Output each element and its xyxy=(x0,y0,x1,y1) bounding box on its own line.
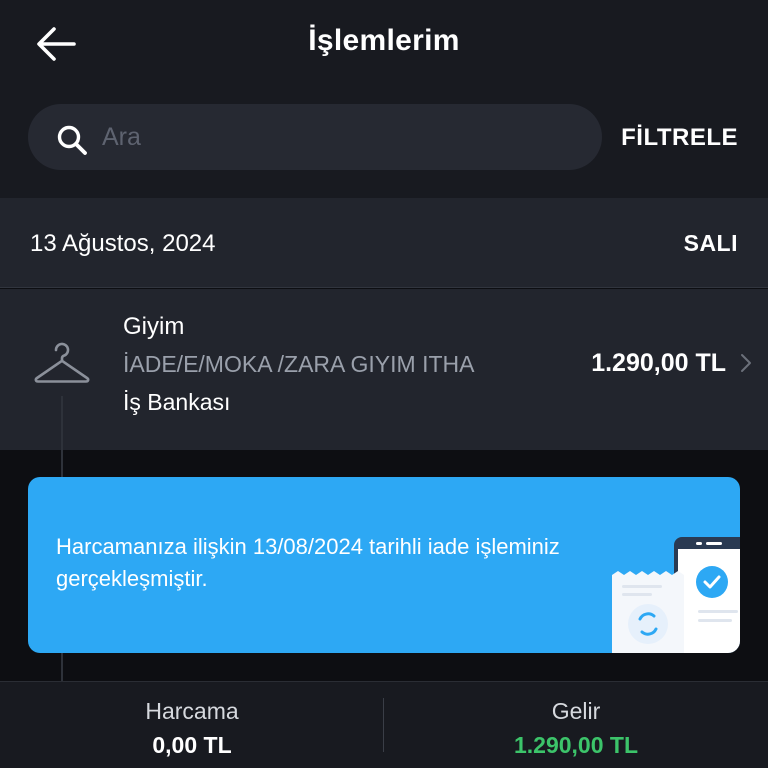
filter-button[interactable]: FİLTRELE xyxy=(621,124,738,152)
transaction-bank: İş Bankası xyxy=(123,389,231,415)
transaction-description: İADE/E/MOKA /ZARA GIYIM ITHA xyxy=(123,351,475,377)
top-bar: İşlemlerim FİLTRELE xyxy=(0,0,768,198)
refund-info-banner[interactable]: Harcamanıza ilişkin 13/08/2024 tarihli i… xyxy=(28,477,740,653)
spend-value: 0,00 TL xyxy=(152,732,232,758)
search-icon xyxy=(57,125,87,155)
weekday-label: SALI xyxy=(683,230,738,256)
summary-bar: Harcama 0,00 TL Gelir 1.290,00 TL xyxy=(0,681,768,768)
income-label: Gelir xyxy=(551,698,601,724)
receipt-check-icon xyxy=(612,537,740,653)
search-input[interactable] xyxy=(102,104,582,170)
income-value: 1.290,00 TL xyxy=(513,732,639,758)
date-label: 13 Ağustos, 2024 xyxy=(30,230,216,257)
spend-summary: Harcama 0,00 TL xyxy=(0,682,384,768)
income-summary: Gelir 1.290,00 TL xyxy=(384,682,768,768)
page-title: İşlemlerim xyxy=(308,24,460,57)
hanger-icon xyxy=(34,342,90,383)
spend-label: Harcama xyxy=(145,698,239,724)
search-bar[interactable] xyxy=(28,104,602,170)
transaction-category: Giyim xyxy=(123,313,185,340)
transaction-amount: 1.290,00 TL xyxy=(591,349,726,377)
chevron-right-icon xyxy=(741,354,751,372)
summary-divider xyxy=(383,698,384,752)
banner-message: Harcamanıza ilişkin 13/08/2024 tarihli i… xyxy=(56,534,560,591)
date-group-header: 13 Ağustos, 2024 SALI xyxy=(0,198,768,288)
